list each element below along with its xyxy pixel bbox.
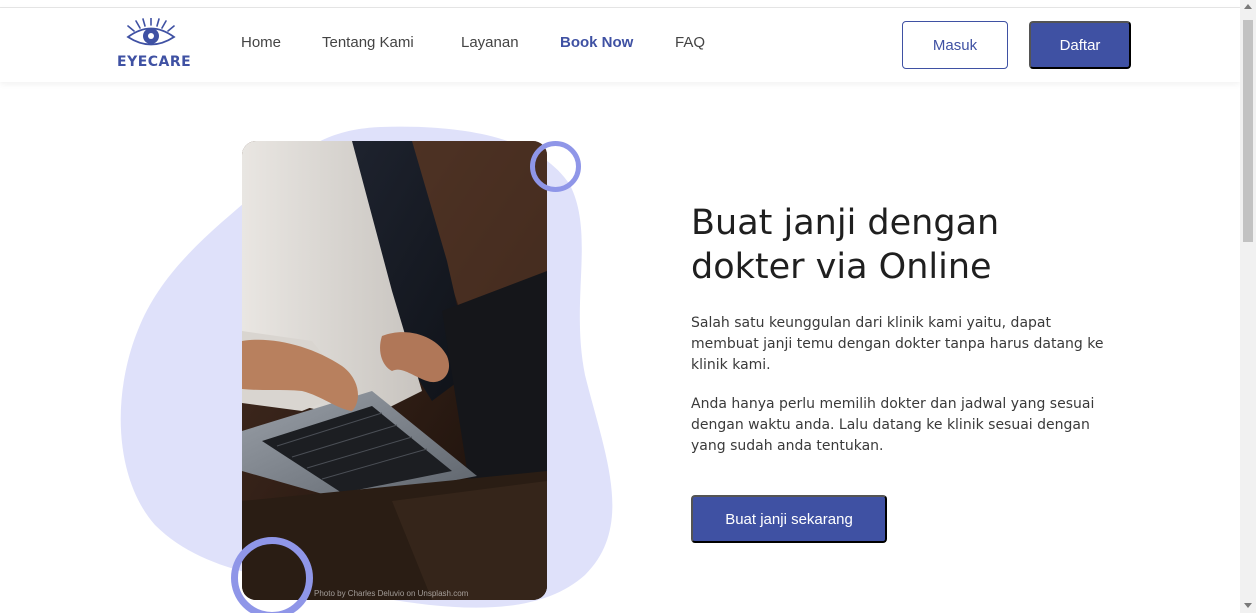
laptop-photo-illustration (242, 141, 547, 600)
brand-logo[interactable]: EYECARE (112, 18, 192, 78)
register-button[interactable]: Daftar (1029, 21, 1131, 69)
navbar: EYECARE Home Tentang Kami Layanan Book N… (0, 8, 1240, 82)
hero-paragraph-1: Salah satu keunggulan dari klinik kami y… (691, 315, 1104, 373)
photo-credit: Photo by Charles Deluvio on Unsplash.com (314, 589, 469, 598)
nav-home[interactable]: Home (241, 34, 281, 51)
decorative-ring-top (530, 141, 581, 192)
hero-title: Buat janji dengan dokter via Online (691, 201, 1111, 289)
decorative-ring-bottom (231, 537, 313, 613)
brand-name: EYECARE (117, 54, 192, 70)
scroll-down-arrow-icon[interactable] (1244, 603, 1252, 608)
scrollbar-thumb[interactable] (1243, 20, 1253, 242)
hero-paragraph-2: Anda hanya perlu memilih dokter dan jadw… (691, 396, 1095, 454)
nav-tentang-kami[interactable]: Tentang Kami (322, 34, 414, 51)
hero-photo: Photo by Charles Deluvio on Unsplash.com (242, 141, 547, 600)
login-button[interactable]: Masuk (902, 21, 1008, 69)
browser-top-edge (0, 0, 1240, 8)
book-appointment-button[interactable]: Buat janji sekarang (691, 495, 887, 543)
nav-layanan[interactable]: Layanan (461, 34, 519, 51)
eye-logo-icon (126, 18, 176, 46)
scroll-up-arrow-icon[interactable] (1244, 4, 1252, 9)
hero-title-line1: Buat janji dengan (691, 203, 1000, 243)
hero-title-line2: dokter via Online (691, 247, 992, 287)
nav-faq[interactable]: FAQ (675, 34, 705, 51)
nav-book-now[interactable]: Book Now (560, 34, 633, 51)
